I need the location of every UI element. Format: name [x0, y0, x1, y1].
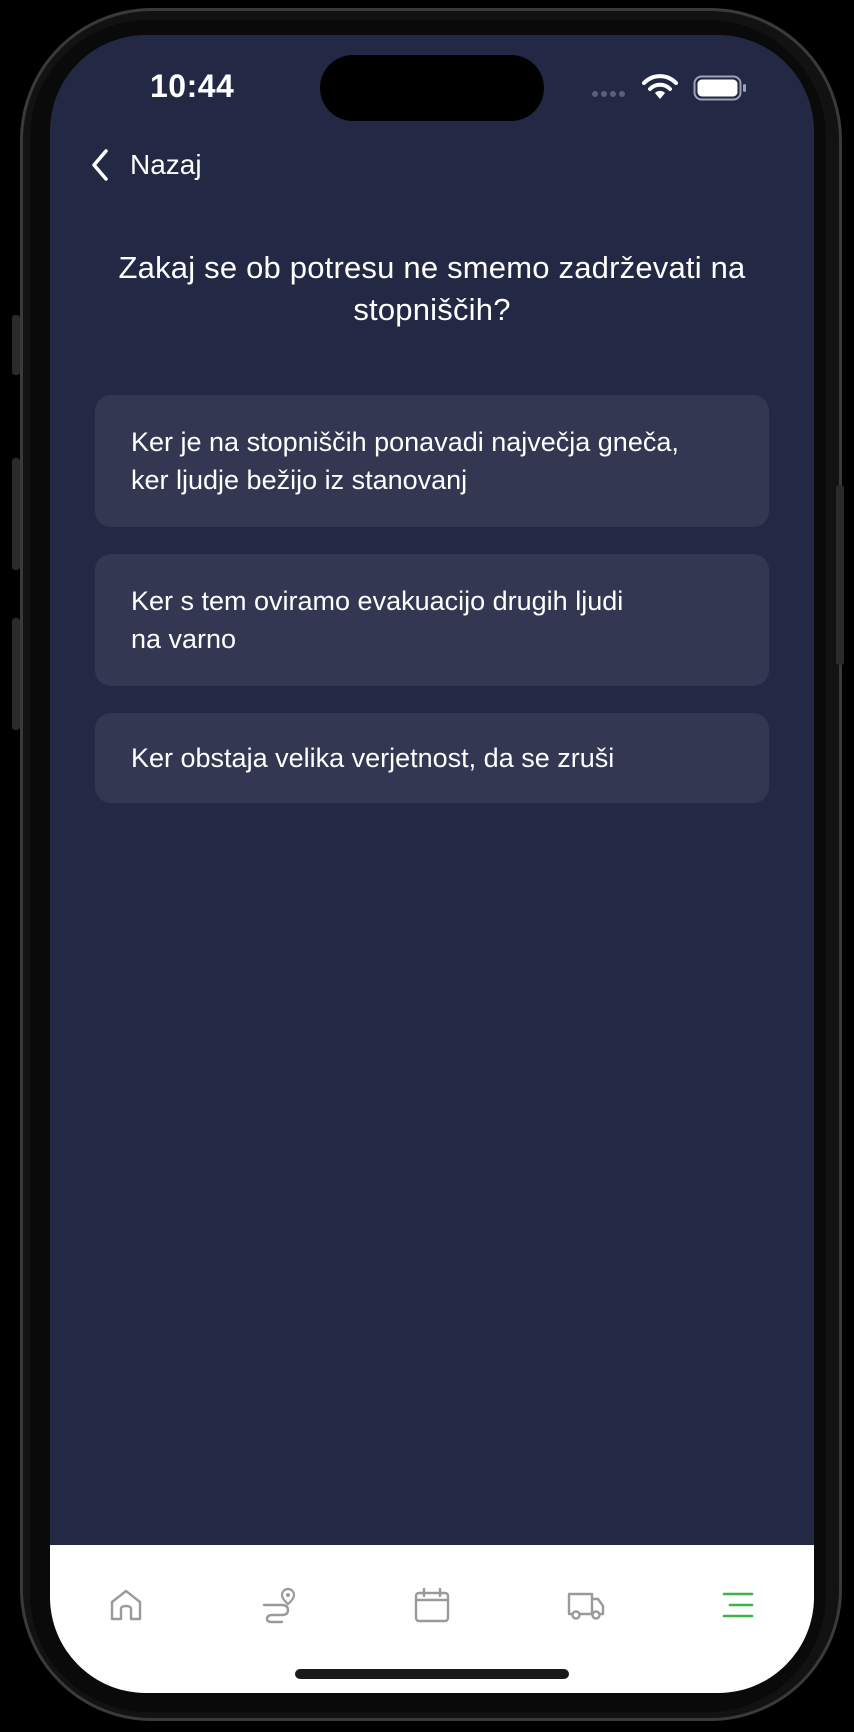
answer-text: Ker obstaja velika verjetnost, da se zru… [131, 743, 615, 773]
question-title: Zakaj se ob potresu ne smemo zadrževati … [118, 250, 746, 327]
home-indicator[interactable] [295, 1669, 569, 1679]
dynamic-island [320, 55, 544, 121]
route-icon [262, 1587, 296, 1624]
tab-routes[interactable] [250, 1581, 310, 1629]
tab-menu[interactable] [708, 1581, 768, 1629]
answer-text: Ker s tem oviramo evakuacijo drugih ljud… [131, 586, 624, 654]
volume-down-button [12, 618, 20, 730]
status-time: 10:44 [150, 68, 235, 104]
tab-home[interactable] [96, 1581, 156, 1629]
tab-calendar[interactable] [402, 1581, 462, 1629]
action-button [12, 315, 20, 375]
volume-up-button [12, 458, 20, 570]
status-bar: 10:44 [50, 35, 814, 125]
chevron-left-icon [92, 149, 108, 181]
calendar-icon [414, 1587, 450, 1623]
power-button [836, 485, 844, 665]
answer-text: Ker je na stopniščih ponavadi največja g… [131, 427, 679, 495]
back-button[interactable]: Nazaj [86, 140, 202, 190]
cellular-signal-icon [592, 91, 632, 99]
screen: 10:44 Nazaj Zakaj se ob potresu ne smemo… [50, 35, 814, 1693]
home-icon [110, 1589, 142, 1621]
answer-list: Ker je na stopniščih ponavadi največja g… [95, 395, 769, 830]
back-label: Nazaj [130, 149, 202, 180]
truck-icon [567, 1592, 605, 1620]
tab-truck[interactable] [556, 1581, 616, 1629]
wifi-icon [642, 74, 678, 99]
battery-icon [693, 75, 746, 101]
answer-option-1[interactable]: Ker je na stopniščih ponavadi največja g… [95, 395, 769, 527]
menu-icon [722, 1592, 754, 1618]
answer-option-3[interactable]: Ker obstaja velika verjetnost, da se zru… [95, 713, 769, 803]
answer-option-2[interactable]: Ker s tem oviramo evakuacijo drugih ljud… [95, 554, 769, 686]
